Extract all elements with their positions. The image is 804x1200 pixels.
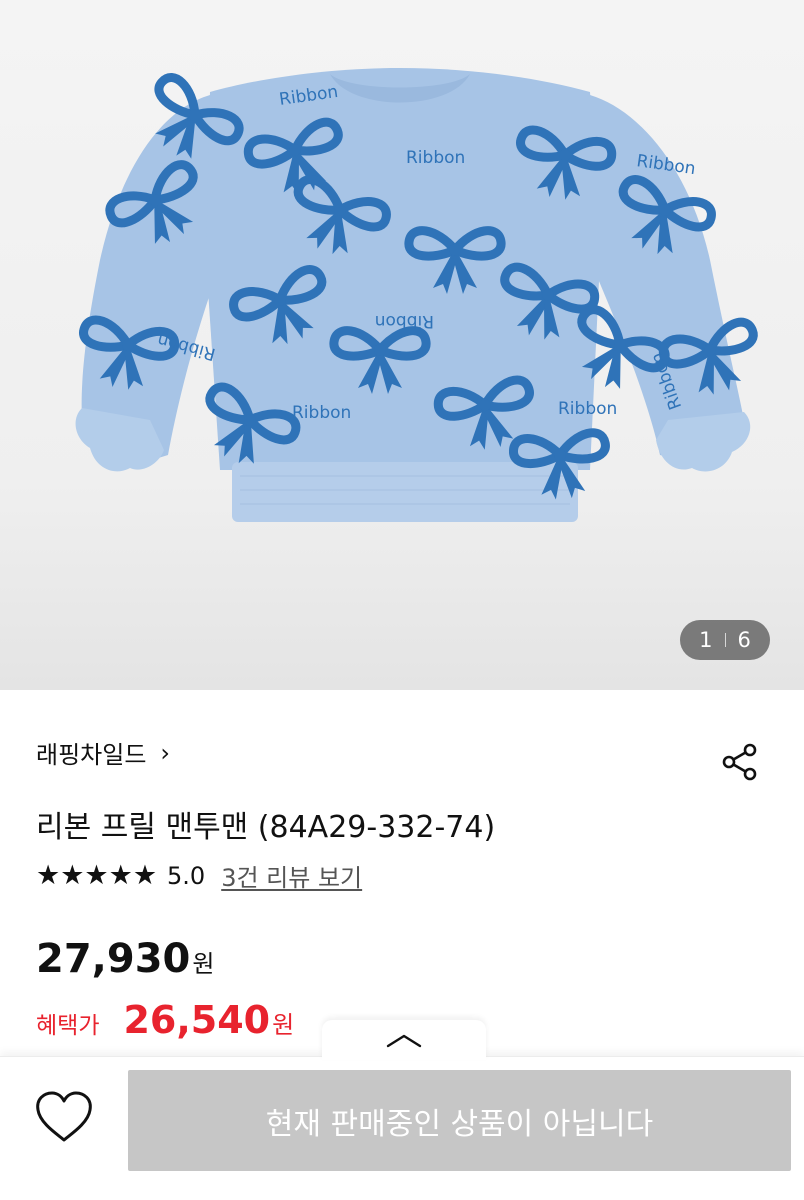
- benefit-unit: 원: [272, 1011, 295, 1039]
- unavailable-purchase-button[interactable]: 현재 판매중인 상품이 아닙니다: [128, 1070, 791, 1171]
- expand-options-button[interactable]: [322, 1020, 486, 1060]
- product-image[interactable]: Ribbon Ribbon Ribbon Ribbon Ribbon Ribbo…: [0, 0, 804, 690]
- price-amount: 27,930: [36, 936, 191, 982]
- pager-current: 1: [699, 628, 713, 652]
- print-text: Ribbon: [375, 311, 434, 331]
- price-unit: 원: [192, 950, 215, 978]
- share-icon: [722, 743, 757, 781]
- wishlist-button[interactable]: [34, 1090, 94, 1146]
- benefit-amount: 26,540: [123, 998, 271, 1042]
- brand-name: 래핑차일드: [36, 741, 147, 769]
- rating-row: ★★★★★ 5.0 3건 리뷰 보기: [36, 858, 362, 893]
- benefit-price: 혜택가 26,540 원: [36, 998, 294, 1042]
- pager-total: 6: [737, 628, 751, 652]
- product-title: 리본 프릴 맨투맨 (84A29-332-74): [36, 810, 496, 845]
- regular-price: 27,930 원: [36, 936, 214, 982]
- print-text: Ribbon: [292, 403, 351, 423]
- brand-link[interactable]: 래핑차일드 ›: [36, 735, 170, 770]
- star-rating-icon: ★★★★★: [36, 860, 158, 891]
- share-button[interactable]: [720, 742, 760, 782]
- print-text: Ribbon: [406, 148, 465, 168]
- review-link[interactable]: 3건 리뷰 보기: [221, 858, 362, 893]
- image-pager: 1 6: [680, 620, 770, 660]
- heart-icon: [36, 1091, 92, 1142]
- print-text: Ribbon: [558, 399, 617, 419]
- rating-score: 5.0: [167, 861, 206, 890]
- sweater-illustration: Ribbon Ribbon Ribbon Ribbon Ribbon Ribbo…: [0, 68, 804, 522]
- chevron-up-icon: [386, 1034, 422, 1048]
- chevron-right-icon: ›: [160, 738, 171, 767]
- pager-divider: [724, 633, 726, 647]
- benefit-label: 혜택가: [36, 1013, 100, 1039]
